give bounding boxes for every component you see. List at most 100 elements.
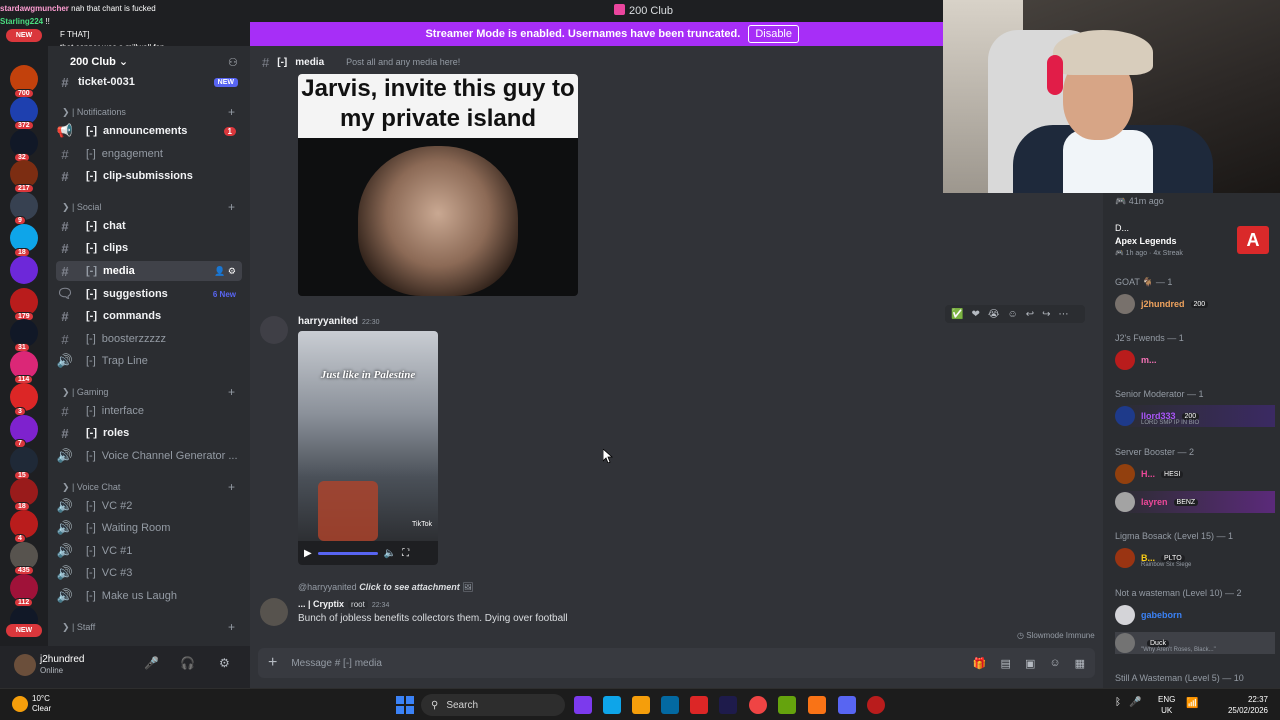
server-icon[interactable]: 15 bbox=[10, 446, 38, 480]
server-icon[interactable]: 435 bbox=[10, 542, 38, 575]
server-icon[interactable]: 32 bbox=[10, 128, 38, 162]
server-name-header[interactable]: 200 Club ⌄ bbox=[70, 55, 128, 68]
category-voice-chat[interactable]: ❯ | Voice Chat bbox=[62, 482, 120, 493]
category-staff[interactable]: ❯ | Staff bbox=[62, 622, 95, 633]
new-servers-badge[interactable]: NEW bbox=[6, 29, 42, 42]
sticker-icon[interactable]: ▣ bbox=[1025, 657, 1035, 670]
windows-start-icon[interactable] bbox=[396, 696, 414, 714]
add-reaction-icon[interactable]: ☺ bbox=[1008, 309, 1018, 320]
opera-icon[interactable] bbox=[749, 696, 767, 714]
server-icon[interactable]: 700 bbox=[10, 65, 38, 98]
server-icon[interactable]: 18 bbox=[10, 224, 38, 257]
disable-streamer-mode-button[interactable]: Disable bbox=[748, 25, 799, 43]
channel-announcements[interactable]: 📢 [-] announcements 1 bbox=[56, 121, 242, 141]
server-icon[interactable]: 9 bbox=[10, 192, 38, 226]
channel-clip-submissions[interactable]: # [-] clip-submissions bbox=[56, 166, 242, 186]
avatar[interactable] bbox=[260, 316, 288, 344]
category-notifications[interactable]: ❯ | Notifications bbox=[62, 107, 126, 118]
reply-reference[interactable]: @harryyanited Click to see attachment 🖼 bbox=[298, 582, 474, 593]
channel-commands[interactable]: # [-] commands bbox=[56, 306, 242, 326]
language-indicator[interactable]: ENG UK bbox=[1158, 694, 1175, 716]
gif-icon[interactable]: ▤ bbox=[1001, 657, 1011, 670]
add-channel-icon[interactable]: + bbox=[228, 200, 235, 214]
member-item[interactable]: H... HESI bbox=[1115, 463, 1275, 485]
play-icon[interactable]: ▶ bbox=[304, 548, 312, 559]
wifi-volume-icons[interactable]: 📶 bbox=[1186, 698, 1198, 709]
heart-reaction-icon[interactable]: ❤ bbox=[971, 309, 979, 320]
channel-chat[interactable]: # [-] chat bbox=[56, 216, 242, 236]
headphones-icon[interactable]: 🎧 bbox=[180, 656, 195, 670]
member-item[interactable]: j2hundred 200 bbox=[1115, 293, 1275, 315]
channel-trap-line[interactable]: 🔊 [-] Trap Line bbox=[56, 351, 242, 371]
new-servers-badge-bottom[interactable]: NEW bbox=[6, 624, 42, 637]
file-explorer-icon[interactable] bbox=[632, 696, 650, 714]
add-channel-icon[interactable]: + bbox=[228, 480, 235, 494]
volume-icon[interactable]: 🔈 bbox=[384, 548, 396, 559]
add-attachment-icon[interactable]: + bbox=[268, 654, 277, 672]
server-icon[interactable]: 4 bbox=[10, 510, 38, 544]
channel-vc3[interactable]: 🔊 [-] VC #3 bbox=[56, 563, 242, 583]
forward-icon[interactable]: ↪ bbox=[1042, 309, 1050, 320]
server-icon[interactable]: 114 bbox=[10, 351, 38, 385]
check-reaction-icon[interactable]: ✅ bbox=[951, 309, 963, 320]
member-item[interactable]: B... PLTO Rainbow Six Siege bbox=[1115, 547, 1275, 569]
server-icon[interactable]: 372 bbox=[10, 96, 38, 130]
discord-taskbar-icon[interactable] bbox=[838, 696, 856, 714]
vlc-icon[interactable] bbox=[808, 696, 826, 714]
emoji-icon[interactable]: ☺ bbox=[1049, 657, 1060, 670]
channel-roles[interactable]: # [-] roles bbox=[56, 423, 242, 443]
premiere-icon[interactable] bbox=[719, 696, 737, 714]
channel-make-us-laugh[interactable]: 🔊 [-] Make us Laugh bbox=[56, 586, 242, 606]
member-item[interactable]: Duck "Why Aren't Roses, Black..." bbox=[1115, 632, 1275, 654]
member-item[interactable]: llord333 200 LORD SMP IP IN BIO bbox=[1115, 405, 1275, 427]
weather-widget[interactable]: 10°C Clear bbox=[12, 694, 51, 714]
video-attachment[interactable]: Just like in Palestine TikTok ▶ 🔈 ⛶ bbox=[298, 331, 438, 565]
server-icon[interactable]: 7 bbox=[10, 414, 38, 448]
channel-engagement[interactable]: # [-] engagement bbox=[56, 144, 242, 164]
meme-image-attachment[interactable]: Jarvis, invite this guy to my private is… bbox=[298, 74, 578, 296]
channel-voice-generator[interactable]: 🔊 [-] Voice Channel Generator ... bbox=[56, 446, 242, 466]
taskbar-search[interactable]: ⚲ Search bbox=[421, 694, 565, 716]
server-icon[interactable]: 112 bbox=[10, 573, 38, 607]
channel-boosterzzzzz[interactable]: # [-] boosterzzzzz bbox=[56, 329, 242, 349]
message-author[interactable]: harryyanited bbox=[298, 316, 358, 327]
server-icon[interactable]: 179 bbox=[10, 287, 38, 321]
gift-icon[interactable]: 🎁 bbox=[973, 657, 987, 670]
channel-waiting-room[interactable]: 🔊 [-] Waiting Room bbox=[56, 518, 242, 538]
channel-ticket[interactable]: # ticket-0031 NEW bbox=[56, 72, 242, 92]
add-channel-icon[interactable]: + bbox=[228, 105, 235, 119]
channel-suggestions[interactable]: 🗨 [-] suggestions 6 New bbox=[56, 284, 242, 304]
volume-slider[interactable] bbox=[317, 551, 378, 555]
channel-media[interactable]: # [-] media 👤 ⚙ bbox=[56, 261, 242, 281]
gear-icon[interactable]: ⚙ bbox=[219, 656, 230, 670]
category-gaming[interactable]: ❯ | Gaming bbox=[62, 387, 108, 398]
apps-icon[interactable]: ▦ bbox=[1075, 657, 1085, 670]
channel-interface[interactable]: # [-] interface bbox=[56, 401, 242, 421]
message-author[interactable]: ... | Cryptix bbox=[298, 599, 344, 609]
avatar[interactable] bbox=[260, 598, 288, 626]
bluetooth-icon[interactable]: ᛒ bbox=[1115, 697, 1121, 708]
add-channel-icon[interactable]: + bbox=[228, 620, 235, 634]
crying-reaction-icon[interactable]: 😭 bbox=[988, 309, 1000, 320]
member-item[interactable]: m... bbox=[1115, 349, 1275, 371]
channel-vc1[interactable]: 🔊 [-] VC #1 bbox=[56, 541, 242, 561]
server-icon[interactable]: 3 bbox=[10, 383, 38, 416]
channel-clips[interactable]: # [-] clips bbox=[56, 238, 242, 258]
microphone-tray-icon[interactable]: 🎤 bbox=[1129, 697, 1141, 708]
channel-vc2[interactable]: 🔊 [-] VC #2 bbox=[56, 496, 242, 516]
member-item[interactable]: gabeborn bbox=[1115, 604, 1275, 626]
minecraft-icon[interactable] bbox=[778, 696, 796, 714]
message-composer[interactable]: + Message # [-] media 🎁 ▤ ▣ ☺ ▦ bbox=[258, 648, 1095, 678]
avatar[interactable] bbox=[14, 654, 36, 676]
channel-settings-gear-icon[interactable]: 👤 ⚙ bbox=[214, 266, 236, 277]
member-item[interactable]: layren BENZ bbox=[1115, 491, 1275, 513]
system-clock[interactable]: 22:37 25/02/2026 bbox=[1208, 694, 1268, 716]
acrobat-icon[interactable] bbox=[690, 696, 708, 714]
teams-icon[interactable] bbox=[574, 696, 592, 714]
message-input[interactable]: Message # [-] media bbox=[291, 658, 382, 669]
outlook-icon[interactable] bbox=[661, 696, 679, 714]
fullscreen-icon[interactable]: ⛶ bbox=[402, 548, 409, 559]
reply-icon[interactable]: ↩ bbox=[1026, 309, 1034, 320]
add-channel-icon[interactable]: + bbox=[228, 385, 235, 399]
invite-people-icon[interactable]: ⚇ bbox=[228, 56, 240, 69]
